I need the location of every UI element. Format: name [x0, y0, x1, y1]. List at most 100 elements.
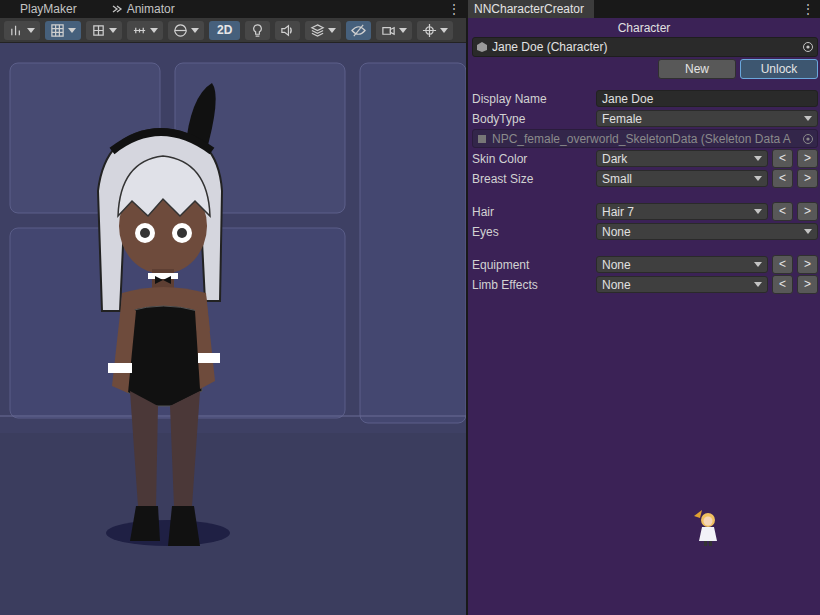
text-field[interactable]: Jane Doe [596, 90, 818, 107]
next-button[interactable]: > [797, 275, 818, 294]
dropdown[interactable]: None [596, 276, 768, 293]
scene-tab-bar: PlayMaker Animator ⋮ [0, 0, 466, 18]
toolbar-button[interactable] [417, 21, 453, 40]
asset-icon [476, 133, 488, 145]
property-group: Hair Hair 7<> Eyes None [472, 202, 818, 241]
property-label: Skin Color [472, 152, 592, 166]
effects-icon [310, 23, 325, 38]
next-button[interactable]: > [797, 202, 818, 221]
dropdown-caret-icon [804, 229, 812, 234]
dropdown-caret-icon [150, 28, 158, 33]
dropdown[interactable]: Dark [596, 150, 768, 167]
previous-button[interactable]: < [772, 202, 793, 221]
previous-button[interactable]: < [772, 149, 793, 168]
light-bulb-icon [250, 23, 265, 38]
section-header: Character [468, 18, 820, 37]
dropdown[interactable]: None [596, 256, 768, 273]
next-button[interactable]: > [797, 169, 818, 188]
toolbar-button[interactable] [346, 21, 371, 40]
window-tab[interactable]: Animator [91, 0, 189, 18]
creator-tab-bar: NNCharacterCreator ⋮ [468, 0, 820, 18]
property-label: Hair [472, 205, 592, 219]
dropdown-caret-icon [754, 282, 762, 287]
ruler-icon [132, 23, 147, 38]
visibility-icon [351, 23, 366, 38]
property-row: Equipment None<> [472, 255, 818, 274]
dropdown-caret-icon [754, 156, 762, 161]
action-button[interactable]: New [658, 59, 736, 79]
toolbar-button[interactable]: 2D [209, 21, 240, 40]
camera-icon [381, 23, 396, 38]
window-menu[interactable]: ⋮ [442, 2, 466, 16]
property-row: Hair Hair 7<> [472, 202, 818, 221]
property-row: NPC_female_overworld_SkeletonData (Skele… [472, 129, 818, 148]
dropdown[interactable]: Small [596, 170, 768, 187]
window-tab[interactable]: NNCharacterCreator [468, 0, 594, 18]
action-button[interactable]: Unlock [740, 59, 818, 79]
toolbar-button[interactable] [4, 21, 40, 40]
chart-icon [9, 23, 24, 38]
toolbar-button[interactable] [127, 21, 163, 40]
dropdown-caret-icon [109, 28, 117, 33]
window-tab[interactable]: PlayMaker [0, 0, 91, 18]
object-picker-icon [802, 133, 814, 145]
dropdown-caret-icon [804, 116, 812, 121]
dropdown[interactable]: Hair 7 [596, 203, 768, 220]
toolbar-button[interactable] [168, 21, 204, 40]
dropdown-caret-icon [328, 28, 336, 33]
property-label: Eyes [472, 225, 592, 239]
floor [0, 433, 466, 615]
dropdown-caret-icon [754, 176, 762, 181]
property-row: Skin Color Dark<> [472, 149, 818, 168]
toolbar-button[interactable] [305, 21, 341, 40]
property-row: Breast Size Small<> [472, 169, 818, 188]
toolbar-button[interactable] [86, 21, 122, 40]
property-label: BodyType [472, 112, 592, 126]
scene-window: PlayMaker Animator ⋮ 2D [0, 0, 466, 615]
editor: PlayMaker Animator⋮2DNNCharacterCreator⋮… [0, 0, 820, 615]
audio-icon [280, 23, 295, 38]
lighting-icon [173, 23, 188, 38]
dropdown-caret-icon [27, 28, 35, 33]
previous-button[interactable]: < [772, 275, 793, 294]
dropdown[interactable]: Female [596, 110, 818, 127]
toolbar-button[interactable] [376, 21, 412, 40]
property-label: Equipment [472, 258, 592, 272]
property-label: Display Name [472, 92, 592, 106]
gizmo-icon [422, 23, 437, 38]
character-preview-sprite [692, 508, 722, 548]
previous-button[interactable]: < [772, 255, 793, 274]
animator-icon [111, 3, 123, 15]
dropdown-caret-icon [191, 28, 199, 33]
dropdown-caret-icon [754, 209, 762, 214]
property-row: Limb Effects None<> [472, 275, 818, 294]
dropdown-caret-icon [68, 28, 76, 33]
button-row: NewUnlock [468, 59, 820, 79]
toolbar-button[interactable] [275, 21, 300, 40]
dropdown-caret-icon [399, 28, 407, 33]
character-field[interactable]: Jane Doe (Character) [472, 37, 818, 57]
dropdown-caret-icon [440, 28, 448, 33]
property-label: Breast Size [472, 172, 592, 186]
asset-icon [476, 41, 488, 53]
toolbar-button[interactable] [45, 21, 81, 40]
dropdown[interactable]: None [596, 223, 818, 240]
scene-view[interactable] [0, 43, 466, 615]
property-row: Eyes None [472, 222, 818, 241]
skeleton-data-field: NPC_female_overworld_SkeletonData (Skele… [472, 129, 818, 148]
property-group: Equipment None<> Limb Effects None<> [472, 255, 818, 294]
object-picker-icon[interactable] [802, 41, 814, 53]
previous-button[interactable]: < [772, 169, 793, 188]
dropdown-caret-icon [754, 262, 762, 267]
next-button[interactable]: > [797, 149, 818, 168]
scene-canvas [0, 43, 466, 615]
toolbar-button[interactable] [245, 21, 270, 40]
property-row: BodyType Female [472, 109, 818, 128]
next-button[interactable]: > [797, 255, 818, 274]
character[interactable] [98, 83, 230, 546]
window-menu[interactable]: ⋮ [796, 2, 820, 16]
property-group: Display Name Jane Doe BodyType Female NPC_fe… [472, 89, 818, 188]
background-tile [360, 63, 466, 423]
property-label: Limb Effects [472, 278, 592, 292]
character-creator-window: NNCharacterCreator ⋮ CharacterJane Doe (Ch… [468, 0, 820, 615]
